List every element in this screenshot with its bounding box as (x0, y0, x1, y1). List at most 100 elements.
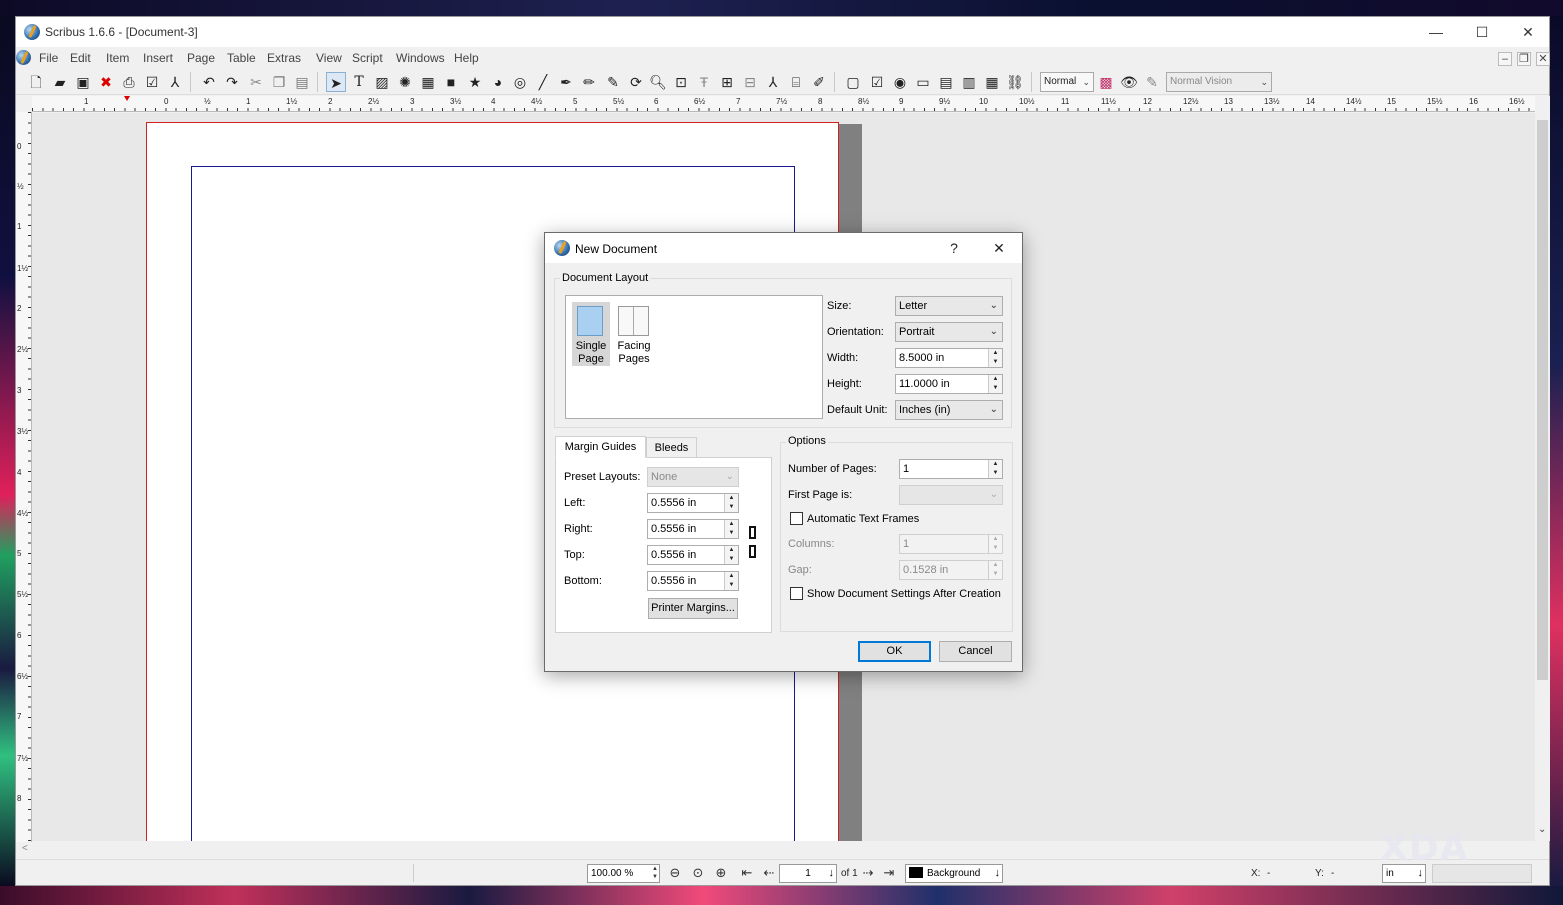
zoom-out-icon[interactable]: ⊖ (666, 864, 684, 882)
preview-mode-icon[interactable]: 👁︎ (1119, 72, 1139, 92)
spin-down-icon[interactable]: ▼ (989, 469, 1002, 478)
spin-up-icon[interactable]: ▲ (989, 561, 1002, 570)
help-button[interactable]: ? (938, 233, 970, 263)
zoom-icon[interactable]: 🔍︎ (648, 72, 668, 92)
layer-dropdown-icon[interactable]: ↓ (995, 865, 1001, 882)
number-of-pages-spinner[interactable]: ▲ ▼ (988, 460, 1002, 478)
visual-appearance-select[interactable]: Normal Vision ⌄ (1166, 72, 1272, 92)
undo-icon[interactable]: ↶ (199, 72, 219, 92)
vertical-scrollbar[interactable]: ⌄ (1535, 96, 1550, 841)
scribus-menu-logo-icon[interactable] (16, 50, 31, 65)
redo-icon[interactable]: ↷ (222, 72, 242, 92)
freehand-icon[interactable]: ✏ (579, 72, 599, 92)
number-of-pages-field[interactable]: 1 ▲ ▼ (899, 459, 1003, 479)
scrollbar-thumb[interactable] (1537, 120, 1548, 680)
top-margin-field[interactable]: 0.5556 in ▲ ▼ (647, 545, 739, 565)
vertical-ruler[interactable]: 0 ½ 1 1½ 2 2½ 3 3½ 4 4½ 5 5½ 6 6½ 7 7½ 8 (16, 112, 32, 842)
scroll-left-icon[interactable]: < (22, 843, 28, 854)
height-field[interactable]: 11.0000 in ▲ ▼ (895, 374, 1003, 394)
pdf-combo-box-icon[interactable]: ▤ (936, 72, 956, 92)
spin-down-icon[interactable]: ▼ (725, 555, 738, 564)
pdf-list-box-icon[interactable]: ▥ (959, 72, 979, 92)
menu-extras[interactable]: Extras (267, 51, 301, 65)
menu-item[interactable]: Item (106, 51, 129, 65)
spin-down-icon[interactable]: ▼ (989, 384, 1002, 393)
eyedropper-icon[interactable]: ✐ (809, 72, 829, 92)
menu-edit[interactable]: Edit (70, 51, 91, 65)
preset-layouts-select[interactable]: None ⌄ (647, 467, 739, 487)
shape-icon[interactable]: ■ (441, 72, 461, 92)
save-icon[interactable]: ▣ (73, 72, 93, 92)
bottom-margin-spinner[interactable]: ▲ ▼ (724, 572, 738, 590)
copy-properties-icon[interactable]: ⌸ (786, 72, 806, 92)
print-icon[interactable]: ⎙ (119, 72, 139, 92)
previous-page-icon[interactable]: ⇠ (760, 864, 778, 882)
gap-field[interactable]: 0.1528 in ▲ ▼ (899, 560, 1003, 580)
paste-icon[interactable]: ▤ (292, 72, 312, 92)
cut-icon[interactable]: ✂ (246, 72, 266, 92)
pdf-link-annotation-icon[interactable]: ⛓ (1005, 72, 1025, 92)
right-margin-spinner[interactable]: ▲ ▼ (724, 520, 738, 538)
spin-down-icon[interactable]: ▼ (989, 544, 1002, 553)
color-management-icon[interactable]: ▩ (1096, 72, 1116, 92)
bezier-icon[interactable]: ✒ (556, 72, 576, 92)
export-pdf-icon[interactable]: ⅄ (165, 72, 185, 92)
arc-icon[interactable]: ◕ (488, 72, 508, 92)
spin-down-icon[interactable]: ▼ (725, 503, 738, 512)
document-minimize-button[interactable]: ‒ (1498, 52, 1512, 66)
left-margin-spinner[interactable]: ▲ ▼ (724, 494, 738, 512)
spin-up-icon[interactable]: ▲ (725, 494, 738, 503)
right-margin-field[interactable]: 0.5556 in ▲ ▼ (647, 519, 739, 539)
page-layout-list[interactable]: Single Page Facing Pages (565, 295, 823, 419)
table-icon[interactable]: ▦ (418, 72, 438, 92)
spin-down-icon[interactable]: ▼ (989, 570, 1002, 579)
menu-help[interactable]: Help (454, 51, 479, 65)
line-icon[interactable]: ╱ (533, 72, 553, 92)
open-document-icon[interactable]: ▰ (50, 72, 70, 92)
horizontal-ruler[interactable]: 1 0 ½ 1 1½ 2 2½ 3 3½ 4 4½ 5 5½ 6 6½ 7 7½… (32, 96, 1535, 112)
new-document-icon[interactable]: 🗋 (26, 72, 46, 92)
close-window-button[interactable]: ✕ (1505, 17, 1551, 47)
pdf-radio-button-icon[interactable]: ◉ (890, 72, 910, 92)
first-page-icon[interactable]: ⇤ (738, 864, 756, 882)
left-margin-field[interactable]: 0.5556 in ▲ ▼ (647, 493, 739, 513)
edit-text-icon[interactable]: Ŧ (694, 72, 714, 92)
polygon-icon[interactable]: ★ (465, 72, 485, 92)
tab-bleeds[interactable]: Bleeds (646, 437, 697, 458)
spin-down-icon[interactable]: ▼ (725, 529, 738, 538)
menu-windows[interactable]: Windows (396, 51, 445, 65)
columns-spinner[interactable]: ▲ ▼ (988, 535, 1002, 553)
document-restore-button[interactable]: ❐ (1517, 52, 1531, 66)
unlink-frames-icon[interactable]: ⊟ (740, 72, 760, 92)
image-preview-quality-select[interactable]: Normal ⌄ (1040, 72, 1094, 92)
menu-view[interactable]: View (316, 51, 342, 65)
preflight-check-icon[interactable]: ☑ (142, 72, 162, 92)
printer-margins-button[interactable]: Printer Margins... (648, 598, 738, 619)
image-frame-icon[interactable]: ▨ (372, 72, 392, 92)
copy-icon[interactable]: ❐ (269, 72, 289, 92)
rotate-icon[interactable]: ⟳ (626, 72, 646, 92)
spiral-icon[interactable]: ◎ (510, 72, 530, 92)
layer-select[interactable]: Background ↓ (905, 864, 1003, 883)
default-unit-select[interactable]: Inches (in) ⌄ (895, 400, 1003, 420)
last-page-icon[interactable]: ⇥ (880, 864, 898, 882)
link-frames-icon[interactable]: ⊞ (717, 72, 737, 92)
width-field[interactable]: 8.5000 in ▲ ▼ (895, 348, 1003, 368)
document-close-button[interactable]: ✕ (1536, 52, 1550, 66)
next-page-icon[interactable]: ⇢ (859, 864, 877, 882)
menu-table[interactable]: Table (227, 51, 256, 65)
edit-in-preview-icon[interactable]: ✎ (1142, 72, 1162, 92)
measure-icon[interactable]: ⅄ (763, 72, 783, 92)
link-margins-chain-icon[interactable] (749, 521, 757, 563)
single-page-option[interactable]: Single Page (572, 302, 610, 366)
tab-margin-guides[interactable]: Margin Guides (555, 436, 646, 458)
menu-file[interactable]: File (39, 51, 58, 65)
spin-down-icon[interactable]: ▼ (989, 358, 1002, 367)
spin-up-icon[interactable]: ▲ (725, 520, 738, 529)
select-tool-icon[interactable]: ➤ (326, 72, 346, 92)
menu-page[interactable]: Page (187, 51, 215, 65)
spin-down-icon[interactable]: ▼ (725, 581, 738, 590)
menu-script[interactable]: Script (352, 51, 383, 65)
size-select[interactable]: Letter ⌄ (895, 296, 1003, 316)
dialog-close-button[interactable]: ✕ (983, 233, 1015, 263)
